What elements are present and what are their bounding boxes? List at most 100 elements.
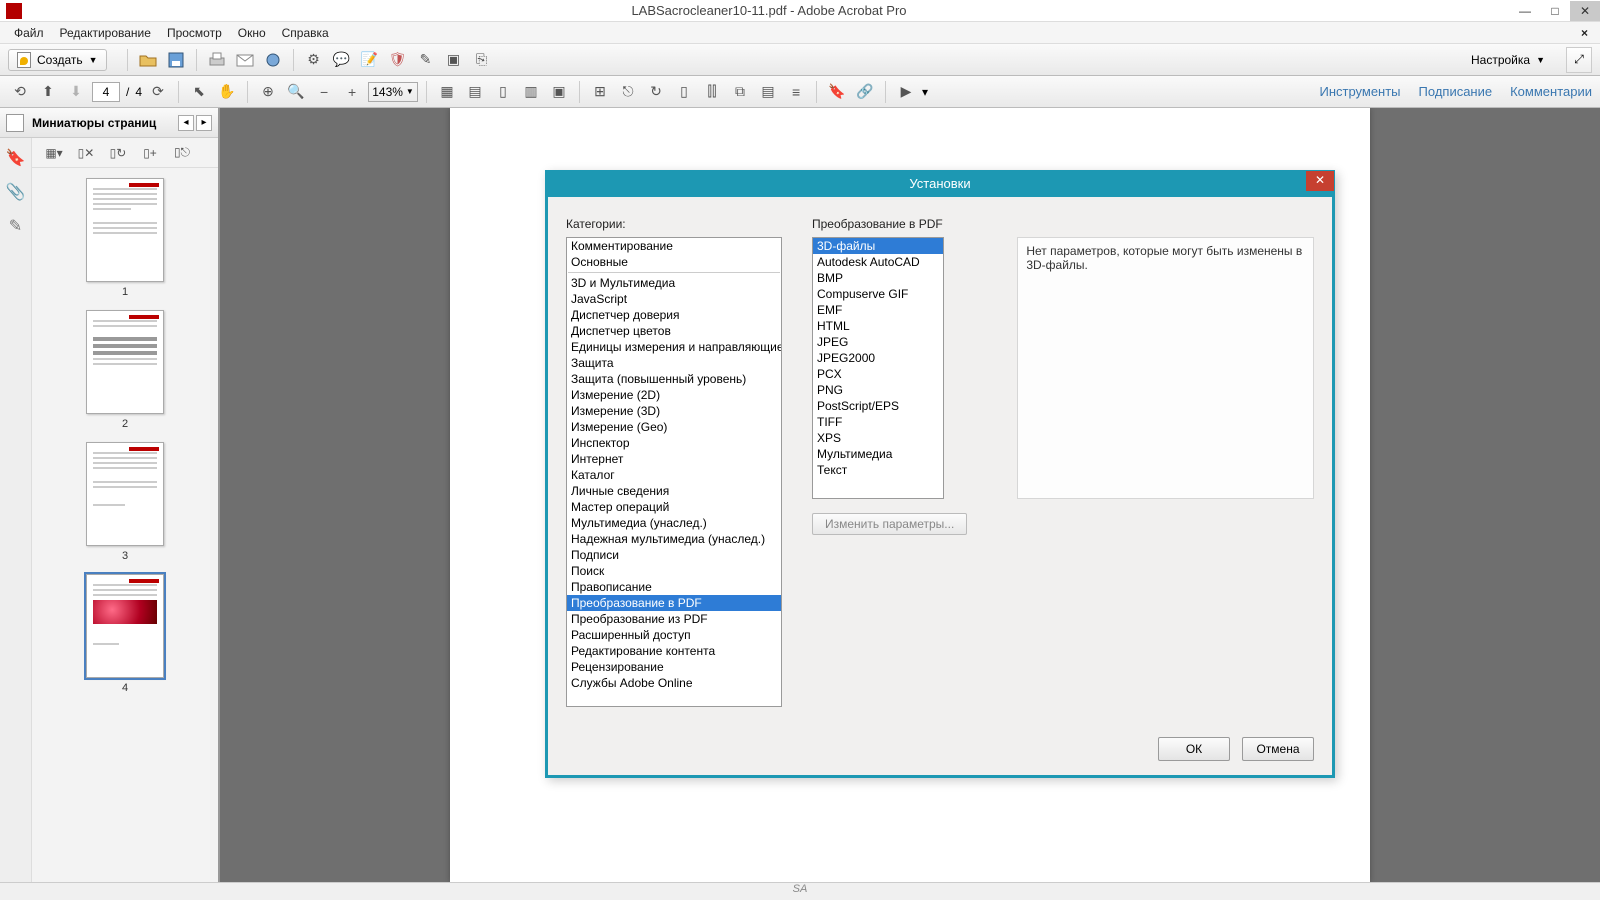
format-item[interactable]: Текст xyxy=(813,462,943,478)
zoom-out-button[interactable]: − xyxy=(312,80,336,104)
thumbnail-2[interactable]: 2 xyxy=(86,310,164,430)
category-item[interactable]: Мультимедиа (унаслед.) xyxy=(567,515,781,531)
category-item[interactable]: Защита xyxy=(567,355,781,371)
zoom-select[interactable]: 143%▼ xyxy=(368,82,418,102)
form-icon[interactable]: 📝 xyxy=(358,48,382,72)
protect-icon[interactable]: 🛡 xyxy=(386,48,410,72)
thumbnail-1[interactable]: 1 xyxy=(86,178,164,298)
category-item[interactable]: Диспетчер цветов xyxy=(567,323,781,339)
category-item[interactable]: Единицы измерения и направляющие xyxy=(567,339,781,355)
category-item[interactable]: Преобразование в PDF xyxy=(567,595,781,611)
open-button[interactable] xyxy=(136,48,160,72)
thumb-rot-icon[interactable]: ▯↻ xyxy=(106,141,130,165)
thumbnails-list[interactable]: 1 2 3 4 xyxy=(32,168,218,882)
link-icon[interactable]: 🔗 xyxy=(853,80,877,104)
share-button[interactable] xyxy=(261,48,285,72)
category-item[interactable]: Рецензирование xyxy=(567,659,781,675)
hand-icon[interactable]: ✋ xyxy=(215,80,239,104)
insert-icon[interactable]: ⊞ xyxy=(588,80,612,104)
extract-icon[interactable]: ⎘ xyxy=(470,48,494,72)
category-item[interactable]: Поиск xyxy=(567,563,781,579)
format-item[interactable]: Compuserve GIF xyxy=(813,286,943,302)
category-item[interactable]: Редактирование контента xyxy=(567,643,781,659)
header-icon[interactable]: ▤ xyxy=(756,80,780,104)
category-item[interactable]: Инспектор xyxy=(567,435,781,451)
format-item[interactable]: EMF xyxy=(813,302,943,318)
continuous-icon[interactable]: ▥ xyxy=(519,80,543,104)
settings-menu[interactable]: Настройка ▼ xyxy=(1462,50,1554,70)
split-icon[interactable]: ⫿⫿ xyxy=(700,80,724,104)
thumb-ins-icon[interactable]: ▯+ xyxy=(138,141,162,165)
next-page-button[interactable]: ⬇ xyxy=(64,80,88,104)
thumb-del-icon[interactable]: ▯✕ xyxy=(74,141,98,165)
category-item[interactable]: Измерение (Geo) xyxy=(567,419,781,435)
page-input[interactable] xyxy=(92,82,120,102)
sign-icon[interactable]: ✎ xyxy=(414,48,438,72)
category-item[interactable]: Измерение (3D) xyxy=(567,403,781,419)
delete-page-icon[interactable]: ▯ xyxy=(672,80,696,104)
format-item[interactable]: TIFF xyxy=(813,414,943,430)
close-button[interactable]: ✕ xyxy=(1570,1,1600,21)
category-item[interactable]: Правописание xyxy=(567,579,781,595)
format-item[interactable]: Autodesk AutoCAD xyxy=(813,254,943,270)
format-item[interactable]: PNG xyxy=(813,382,943,398)
category-item[interactable]: Основные xyxy=(567,254,781,270)
facing-icon[interactable]: ▣ xyxy=(547,80,571,104)
single-icon[interactable]: ▯ xyxy=(491,80,515,104)
category-item[interactable]: Измерение (2D) xyxy=(567,387,781,403)
format-item[interactable]: 3D-файлы xyxy=(813,238,943,254)
zoom-in-button[interactable]: + xyxy=(340,80,364,104)
thumbnail-3[interactable]: 3 xyxy=(86,442,164,562)
zoom-in-icon[interactable]: ⊕ xyxy=(256,80,280,104)
bookmark-strip-icon[interactable]: 🔖 xyxy=(6,148,26,168)
attach-strip-icon[interactable]: 📎 xyxy=(6,182,26,202)
extract-page-icon[interactable]: ⎋ xyxy=(616,80,640,104)
format-item[interactable]: PostScript/EPS xyxy=(813,398,943,414)
save-button[interactable] xyxy=(164,48,188,72)
menu-edit[interactable]: Редактирование xyxy=(52,26,159,40)
category-item[interactable]: Службы Adobe Online xyxy=(567,675,781,691)
category-item[interactable]: Защита (повышенный уровень) xyxy=(567,371,781,387)
comments-tab[interactable]: Комментарии xyxy=(1510,84,1592,99)
panel-prev-button[interactable]: ◂ xyxy=(178,115,194,131)
category-item[interactable]: Комментирование xyxy=(567,238,781,254)
format-item[interactable]: BMP xyxy=(813,270,943,286)
sign-tab[interactable]: Подписание xyxy=(1419,84,1493,99)
select-icon[interactable]: ⬉ xyxy=(187,80,211,104)
format-item[interactable]: XPS xyxy=(813,430,943,446)
category-item[interactable]: Подписи xyxy=(567,547,781,563)
format-item[interactable]: Мультимедиа xyxy=(813,446,943,462)
watermark-icon[interactable]: ≡ xyxy=(784,80,808,104)
thumbnail-4[interactable]: 4 xyxy=(86,574,164,694)
category-item[interactable]: 3D и Мультимедиа xyxy=(567,275,781,291)
prev-page-button[interactable]: ⬆ xyxy=(36,80,60,104)
edit-params-button[interactable]: Изменить параметры... xyxy=(812,513,967,535)
dialog-close-button[interactable]: ✕ xyxy=(1306,171,1334,191)
first-page-button[interactable]: ⟲ xyxy=(8,80,32,104)
category-item[interactable]: Интернет xyxy=(567,451,781,467)
menu-help[interactable]: Справка xyxy=(274,26,337,40)
format-item[interactable]: JPEG2000 xyxy=(813,350,943,366)
thumb-ext-icon[interactable]: ▯⎋ xyxy=(170,141,194,165)
maximize-button[interactable]: □ xyxy=(1540,1,1570,21)
cancel-button[interactable]: Отмена xyxy=(1242,737,1314,761)
category-item[interactable]: Мастер операций xyxy=(567,499,781,515)
menu-window[interactable]: Окно xyxy=(230,26,274,40)
expand-button[interactable]: ⤢ xyxy=(1566,47,1592,73)
categories-listbox[interactable]: КомментированиеОсновные3D и МультимедиаJ… xyxy=(566,237,782,707)
category-item[interactable]: Личные сведения xyxy=(567,483,781,499)
create-button[interactable]: Создать ▼ xyxy=(8,49,107,71)
menu-view[interactable]: Просмотр xyxy=(159,26,230,40)
dialog-titlebar[interactable]: Установки ✕ xyxy=(548,173,1332,197)
tools-tab[interactable]: Инструменты xyxy=(1319,84,1400,99)
rotate-icon[interactable]: ↻ xyxy=(644,80,668,104)
fitwidth-icon[interactable]: ▤ xyxy=(463,80,487,104)
ok-button[interactable]: ОК xyxy=(1158,737,1230,761)
gear-icon[interactable]: ⚙ xyxy=(302,48,326,72)
format-item[interactable]: JPEG xyxy=(813,334,943,350)
sign-strip-icon[interactable]: ✎ xyxy=(6,216,26,236)
category-item[interactable]: Преобразование из PDF xyxy=(567,611,781,627)
formats-listbox[interactable]: 3D-файлыAutodesk AutoCADBMPCompuserve GI… xyxy=(812,237,944,499)
format-item[interactable]: PCX xyxy=(813,366,943,382)
panel-next-button[interactable]: ▸ xyxy=(196,115,212,131)
